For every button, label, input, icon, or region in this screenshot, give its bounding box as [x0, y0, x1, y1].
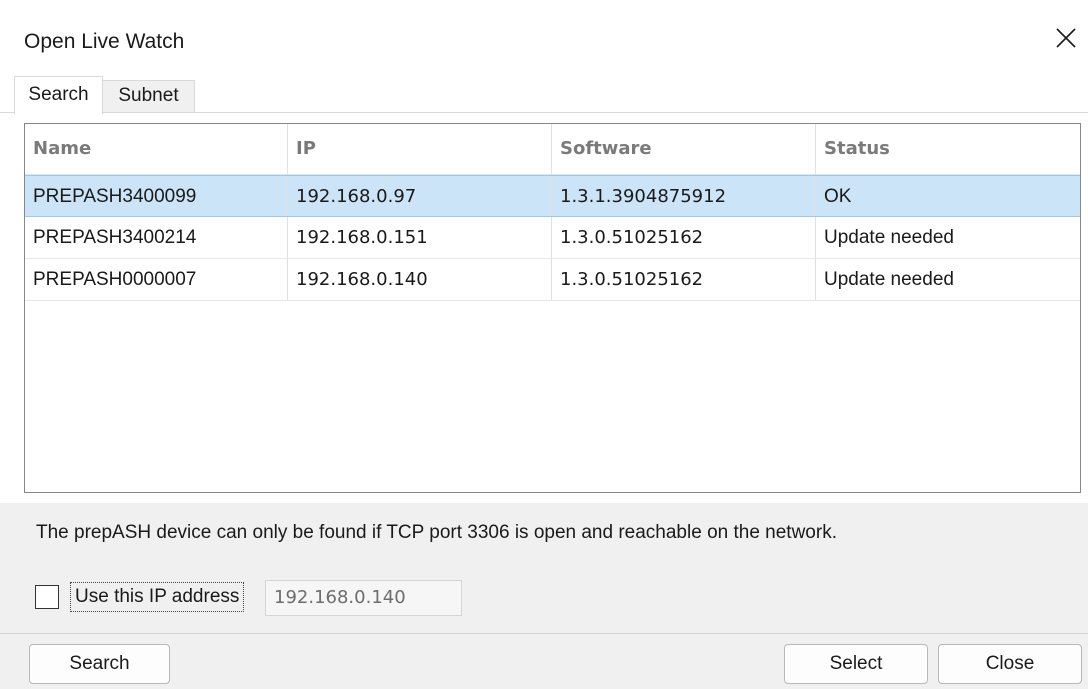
info-text: The prepASH device can only be found if …	[36, 522, 837, 543]
cell-status: OK	[824, 186, 852, 207]
open-live-watch-dialog: Open Live Watch Search Subnet Name IP So…	[0, 0, 1088, 689]
cell-ip: 192.168.0.140	[288, 259, 552, 300]
column-header-status[interactable]: Status	[816, 124, 1080, 174]
column-header-software[interactable]: Software	[552, 124, 816, 174]
list-header: Name IP Software Status	[25, 124, 1080, 175]
window-title: Open Live Watch	[24, 30, 185, 53]
title-bar: Open Live Watch	[0, 0, 1088, 76]
table-row[interactable]: PREPASH3400214 192.168.0.151 1.3.0.51025…	[25, 217, 1080, 259]
tab-subnet[interactable]: Subnet	[103, 80, 195, 112]
cell-software: 1.3.0.51025162	[552, 217, 816, 258]
search-tab-panel: Name IP Software Status PREPASH3400099 1…	[0, 112, 1088, 503]
cell-software: 1.3.0.51025162	[552, 259, 816, 300]
cell-name: PREPASH0000007	[25, 259, 288, 300]
cell-name: PREPASH3400099	[25, 176, 288, 216]
use-ip-checkbox[interactable]	[35, 585, 59, 609]
column-header-name[interactable]: Name	[25, 124, 288, 174]
tab-search[interactable]: Search	[14, 76, 103, 114]
close-icon[interactable]	[1054, 26, 1078, 50]
table-row[interactable]: PREPASH3400099 192.168.0.97 1.3.1.390487…	[25, 175, 1080, 217]
cell-ip: 192.168.0.97	[288, 176, 552, 216]
table-row[interactable]: PREPASH0000007 192.168.0.140 1.3.0.51025…	[25, 259, 1080, 301]
ip-address-input[interactable]: 192.168.0.140	[265, 580, 462, 616]
search-button[interactable]: Search	[29, 644, 170, 684]
close-button[interactable]: Close	[938, 644, 1082, 684]
tab-strip: Search Subnet	[0, 76, 1088, 114]
select-button[interactable]: Select	[784, 644, 928, 684]
cell-ip: 192.168.0.151	[288, 217, 552, 258]
column-header-ip[interactable]: IP	[288, 124, 552, 174]
footer-separator	[0, 633, 1088, 634]
cell-name: PREPASH3400214	[25, 217, 288, 258]
cell-software: 1.3.1.3904875912	[552, 176, 816, 216]
cell-status: Update needed	[824, 227, 954, 248]
device-list[interactable]: Name IP Software Status PREPASH3400099 1…	[24, 123, 1081, 493]
use-ip-label[interactable]: Use this IP address	[70, 582, 245, 612]
cell-status: Update needed	[824, 269, 954, 290]
